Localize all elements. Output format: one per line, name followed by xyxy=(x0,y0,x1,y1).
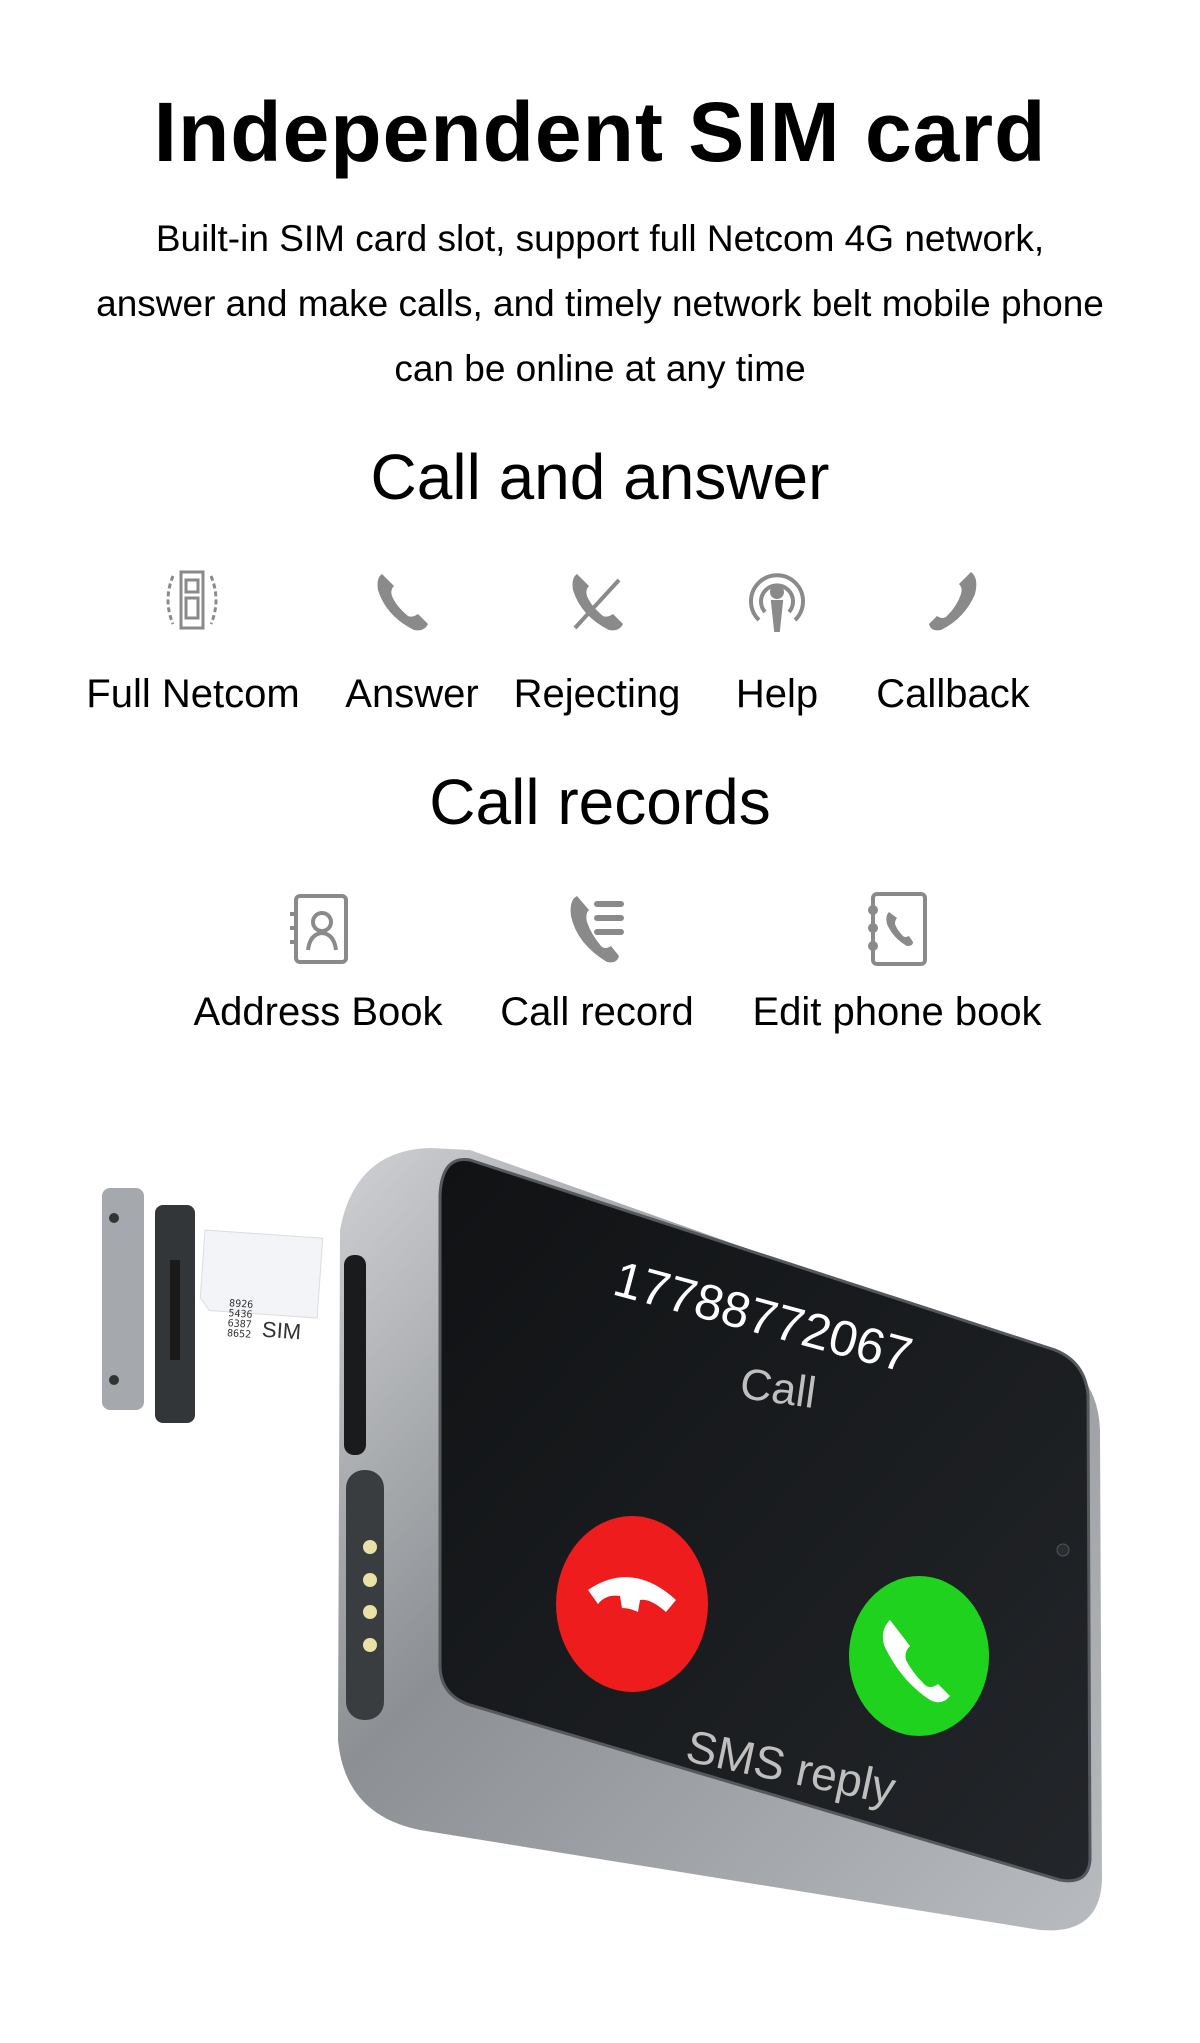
sim-card-label: SIM xyxy=(261,1316,302,1345)
sim-card xyxy=(199,1229,324,1319)
sim-tray xyxy=(102,1188,195,1423)
device-illustration xyxy=(102,1148,1102,1931)
accept-call-button xyxy=(849,1576,989,1736)
sim-card-number: 8926 5436 6387 8652 xyxy=(226,1298,254,1341)
call-status: Call xyxy=(737,1358,820,1419)
